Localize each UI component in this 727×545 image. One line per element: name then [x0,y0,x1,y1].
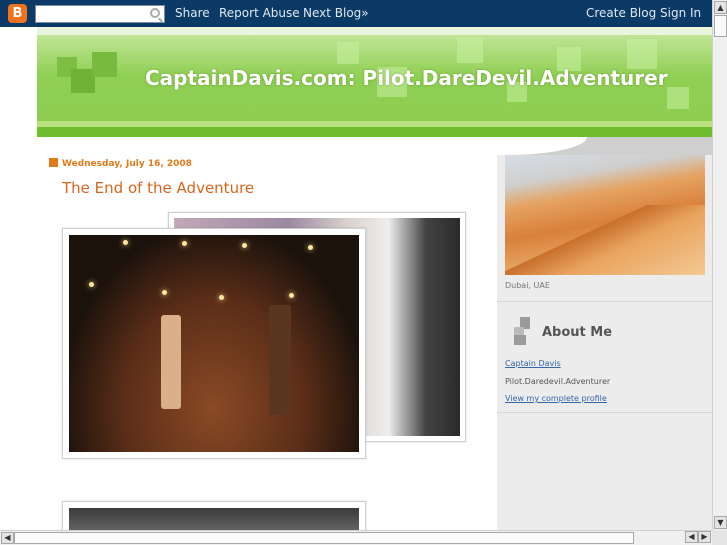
scroll-left-icon[interactable]: ◀ [1,532,14,544]
search-icon[interactable] [150,8,160,18]
main-column: Wednesday, July 16, 2008 The End of the … [37,137,497,541]
sidebar-desert-photo[interactable] [505,155,705,275]
vertical-scrollbar[interactable]: ▲ ▼ [712,0,727,530]
scroll-left-icon[interactable]: ◀ [685,531,698,543]
post-photo-front-image [69,235,359,452]
light-icon [89,282,94,287]
sidebar-divider [497,412,712,413]
light-icon [289,293,294,298]
light-icon [182,241,187,246]
date-collapse-icon[interactable] [49,158,58,167]
view-profile-link[interactable]: View my complete profile [505,394,607,403]
sign-in-link[interactable]: Sign In [660,6,701,20]
scroll-right-icon[interactable]: ▶ [698,531,711,543]
about-me-icon [514,317,534,345]
profile-description: Pilot.Daredevil.Adventurer [505,377,611,386]
scroll-down-icon[interactable]: ▼ [714,516,727,529]
post-photo-front[interactable] [62,228,366,459]
light-icon [123,240,128,245]
scroll-up-icon[interactable]: ▲ [714,1,727,14]
report-abuse-link[interactable]: Report Abuse [219,6,300,20]
light-icon [162,290,167,295]
post-title[interactable]: The End of the Adventure [62,179,254,197]
blog-title[interactable]: CaptainDavis.com: Pilot.DareDevil.Advent… [145,66,668,90]
post-date: Wednesday, July 16, 2008 [49,158,192,169]
sidebar-photo-caption: Dubai, UAE [505,281,550,290]
light-icon [242,243,247,248]
blog-header: CaptainDavis.com: Pilot.DareDevil.Advent… [37,27,712,137]
create-blog-link[interactable]: Create Blog [586,6,656,20]
about-me-heading: About Me [542,325,613,340]
profile-name-link[interactable]: Captain Davis [505,359,561,368]
blogger-logo-icon[interactable]: B [8,4,27,23]
scroll-corner [712,530,727,545]
share-link[interactable]: Share [175,6,210,20]
blog-outer-wrapper: CaptainDavis.com: Pilot.DareDevil.Advent… [37,27,712,541]
sidebar-divider [497,301,712,302]
blogger-navbar: B Share Report Abuse Next Blog» Create B… [0,0,712,27]
person-figure [269,305,291,415]
post-date-text: Wednesday, July 16, 2008 [62,159,192,169]
vertical-scroll-thumb[interactable] [714,15,727,37]
horizontal-scroll-thumb[interactable] [14,532,634,544]
person-figure [161,315,181,409]
light-icon [219,295,224,300]
light-icon [308,245,313,250]
next-blog-link[interactable]: Next Blog» [303,6,369,20]
sidebar: Dubai, UAE About Me Captain Davis Pilot.… [497,137,712,530]
horizontal-scrollbar[interactable]: ◀ [0,530,712,545]
search-input[interactable] [35,5,165,23]
